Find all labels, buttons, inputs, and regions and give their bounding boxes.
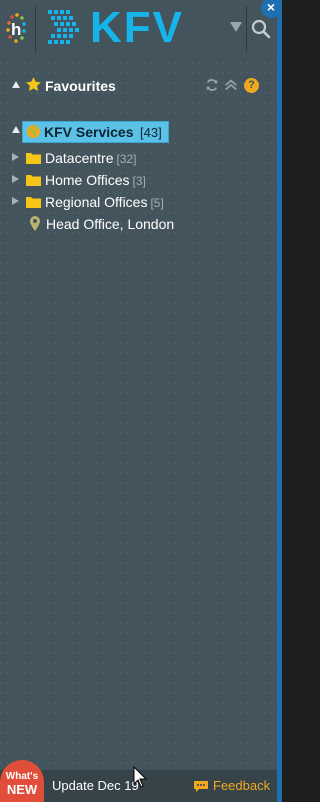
brand-mark-icon — [48, 10, 79, 44]
favourites-label: Favourites — [45, 78, 116, 94]
tree-item-head-office-london[interactable]: Head Office, London — [0, 213, 277, 235]
expand-triangle-icon[interactable] — [12, 197, 19, 205]
tree-item-label: Head Office, London — [46, 216, 174, 232]
header-divider — [35, 6, 36, 52]
tree-item-count: [5] — [150, 196, 164, 210]
globe-icon — [26, 124, 41, 139]
whats-new-line1: What's — [5, 771, 39, 782]
tree-item-label-text: Head Office, London — [46, 216, 175, 232]
tree-item-label-text: Datacentre — [45, 150, 114, 166]
star-icon — [26, 77, 41, 92]
tree-item-count: [3] — [132, 174, 146, 188]
update-label[interactable]: Update Dec 19 — [52, 778, 139, 793]
whats-new-line2: NEW — [6, 782, 38, 797]
search-icon[interactable] — [250, 18, 272, 40]
tree-root-count: [43] — [140, 125, 162, 140]
help-icon[interactable]: ? — [244, 78, 259, 93]
tree-item-label-text: Home Offices — [45, 172, 130, 188]
expand-triangle-icon[interactable] — [12, 153, 19, 161]
sidebar-panel: h KFV Favourites ? KFV Services [43] Dat… — [0, 0, 278, 802]
tree-item-label: Datacentre [32] — [45, 150, 137, 166]
collapse-triangle-icon[interactable] — [12, 81, 20, 88]
favourites-header[interactable]: Favourites — [0, 74, 277, 98]
folder-icon — [26, 153, 41, 164]
svg-text:h: h — [11, 20, 21, 39]
tree-item-label: Regional Offices [5] — [45, 194, 164, 210]
expand-triangle-icon[interactable] — [12, 175, 19, 183]
tree-root-label: KFV Services — [44, 124, 134, 140]
refresh-icon[interactable] — [205, 78, 219, 92]
whats-new-badge[interactable]: What's NEW — [0, 760, 44, 802]
app-logo-icon[interactable]: h — [2, 8, 32, 50]
account-dropdown-arrow-icon[interactable] — [230, 22, 242, 32]
folder-icon — [26, 197, 41, 208]
tree-item-count: [32] — [116, 152, 137, 166]
feedback-link[interactable]: Feedback — [213, 778, 270, 793]
window-edge — [277, 0, 282, 802]
tree-item-regional-offices[interactable]: Regional Offices [5] — [0, 191, 277, 213]
header: h KFV — [0, 0, 277, 58]
tree-item-home-offices[interactable]: Home Offices [3] — [0, 169, 277, 191]
mouse-cursor-icon — [133, 766, 147, 788]
header-divider-2 — [246, 6, 247, 52]
tree-item-datacentre[interactable]: Datacentre [32] — [0, 147, 277, 169]
brand-name: KFV — [90, 3, 184, 52]
feedback-chat-icon[interactable] — [193, 780, 209, 794]
collapse-all-icon[interactable] — [224, 78, 238, 92]
folder-icon — [26, 175, 41, 186]
tree-root-kfv-services[interactable]: KFV Services [43] — [22, 121, 169, 143]
tree-item-label: Home Offices [3] — [45, 172, 146, 188]
collapse-triangle-icon[interactable] — [12, 126, 20, 133]
tree-item-label-text: Regional Offices — [45, 194, 148, 210]
map-pin-icon — [30, 216, 40, 231]
